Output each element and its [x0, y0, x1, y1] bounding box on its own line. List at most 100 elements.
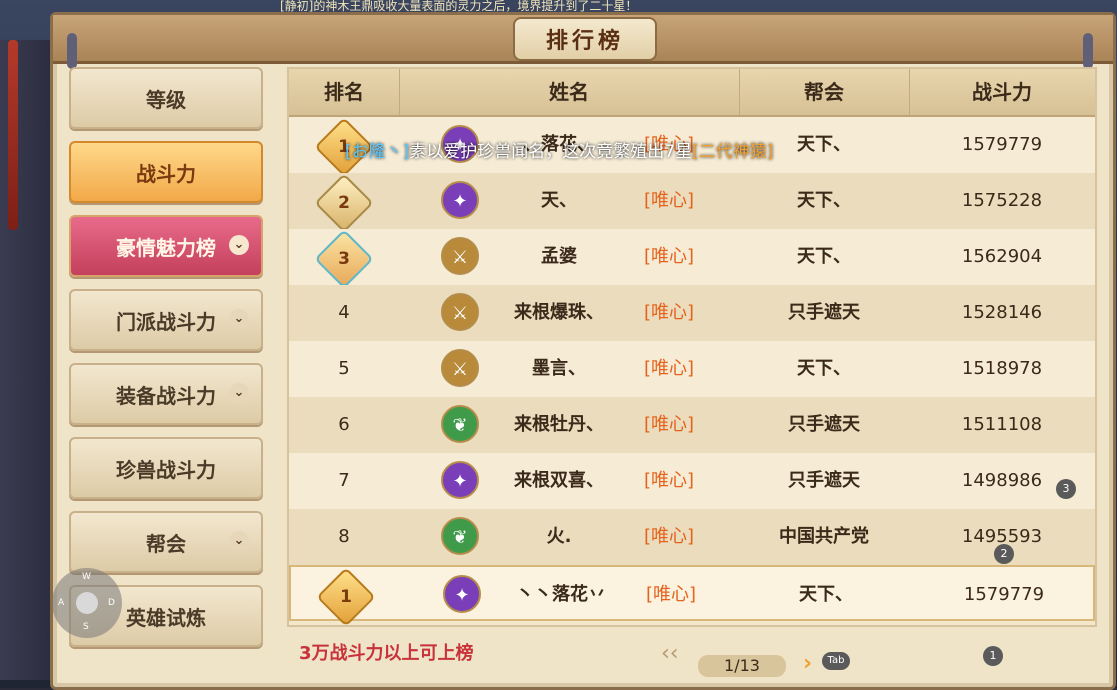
tassel-decoration — [8, 40, 18, 230]
rank-medal-icon: 1 — [316, 567, 376, 627]
table-row[interactable]: 2 ✦ 天、 [唯心] 天下、 1575228 — [289, 173, 1095, 233]
player-name: 来根牡丹、 — [514, 414, 604, 435]
server-tag: [唯心] — [643, 190, 695, 211]
category-level[interactable]: 等级 — [69, 67, 263, 129]
sect-icon-green: ❦ — [441, 405, 479, 443]
key-hint-badge[interactable]: 2 — [994, 544, 1014, 564]
table-row[interactable]: 3 ⚔ 孟婆 [唯心] 天下、 1562904 — [289, 229, 1095, 289]
guild-name: 天下、 — [797, 190, 851, 211]
rank-number: 1 — [340, 587, 352, 607]
server-tag: [唯心] — [643, 526, 695, 547]
table-row[interactable]: 8 ❦ 火. [唯心] 中国共产党 1495593 — [289, 509, 1095, 565]
category-sect-power[interactable]: 门派战斗力 ⌄ — [69, 289, 263, 351]
table-row[interactable]: 7 ✦ 来根双喜、 [唯心] 只手遮天 1498986 — [289, 453, 1095, 509]
power-value: 1511108 — [961, 414, 1043, 435]
chevron-down-icon[interactable]: ⌄ — [229, 309, 249, 329]
power-value: 1575228 — [961, 190, 1043, 211]
category-label: 英雄试炼 — [126, 605, 206, 630]
player-name: 孟婆 — [541, 246, 577, 267]
joystick-knob[interactable] — [76, 592, 98, 614]
guild-name: 中国共产党 — [779, 526, 869, 547]
key-hint-badge[interactable]: 3 — [1056, 479, 1076, 499]
chevron-down-icon[interactable]: ⌄ — [229, 235, 249, 255]
announcement-text: 素以爱护珍兽闻名，这次竟繁殖出7星 — [409, 142, 693, 162]
guild-name: 只手遮天 — [788, 470, 860, 491]
rank-cell: 4 — [338, 302, 350, 323]
sect-icon-gold: ⚔ — [441, 349, 479, 387]
table-row[interactable]: 5 ⚔ 墨言、 [唯心] 天下、 1518978 — [289, 341, 1095, 397]
scroll-pin-right-icon — [1083, 33, 1093, 69]
category-equip-power[interactable]: 装备战斗力 ⌄ — [69, 363, 263, 425]
key-hint-badge[interactable]: 1 — [983, 646, 1003, 666]
category-charm[interactable]: 豪情魅力榜 ⌄ — [69, 215, 263, 277]
chat-announcement: [お隆丶]素以爱护珍兽闻名，这次竟繁殖出7星[二代神猿] — [345, 137, 773, 162]
sect-icon-purple: ✦ — [441, 181, 479, 219]
sect-cell: ✦ — [437, 453, 485, 509]
tab-key-hint[interactable]: Tab — [822, 652, 850, 670]
server-tag: [唯心] — [645, 584, 697, 605]
power-value: 1528146 — [961, 302, 1043, 323]
category-label: 门派战斗力 — [116, 309, 216, 334]
guild-name: 只手遮天 — [788, 302, 860, 323]
rank-cell: 2 — [289, 173, 399, 233]
rank-number: 2 — [338, 193, 350, 213]
player-name: 天、 — [541, 190, 577, 211]
table-row[interactable]: 6 ❦ 来根牡丹、 [唯心] 只手遮天 1511108 — [289, 397, 1095, 453]
player-name: 来根双喜、 — [514, 470, 604, 491]
sect-icon-purple: ✦ — [443, 575, 481, 613]
joystick-key-a: A — [58, 598, 65, 608]
category-label: 等级 — [146, 87, 186, 112]
category-label: 帮会 — [146, 531, 186, 556]
page-indicator: 1/13 — [698, 655, 786, 677]
rank-number: 3 — [338, 249, 350, 269]
server-tag: [唯心] — [643, 470, 695, 491]
announcement-player[interactable]: [お隆丶] — [345, 142, 409, 162]
chevron-down-icon[interactable]: ⌄ — [229, 531, 249, 551]
server-tag: [唯心] — [643, 358, 695, 379]
sect-cell: ✦ — [439, 567, 487, 623]
rank-cell: 1 — [291, 567, 401, 627]
header-rank: 排名 — [289, 69, 400, 115]
rank-cell: 6 — [338, 414, 350, 435]
prev-page-icon[interactable]: ‹‹ — [661, 641, 679, 666]
header-guild: 帮会 — [739, 69, 910, 115]
rank-cell: 8 — [338, 526, 350, 547]
virtual-joystick[interactable]: W A D S — [52, 568, 122, 638]
power-value: 1579779 — [963, 584, 1045, 605]
sect-icon-gold: ⚔ — [441, 237, 479, 275]
player-name: 来根爆珠、 — [514, 302, 604, 323]
player-name: 丶丶落花丷 — [516, 584, 606, 605]
header-power: 战斗力 — [972, 80, 1032, 104]
rank-cell: 7 — [338, 470, 350, 491]
category-guild[interactable]: 帮会 ⌄ — [69, 511, 263, 573]
rank-cell: 3 — [289, 229, 399, 289]
sect-icon-gold: ⚔ — [441, 293, 479, 331]
rank-medal-icon: 3 — [314, 229, 374, 289]
category-pet-power[interactable]: 珍兽战斗力 — [69, 437, 263, 499]
category-label: 豪情魅力榜 — [116, 235, 216, 260]
sect-icon-green: ❦ — [441, 517, 479, 555]
category-power[interactable]: 战斗力 — [69, 141, 263, 203]
category-label: 战斗力 — [136, 161, 196, 186]
table-row[interactable]: 4 ⚔ 来根爆珠、 [唯心] 只手遮天 1528146 — [289, 285, 1095, 341]
header-name: 姓名 — [399, 69, 740, 115]
sect-cell: ✦ — [437, 173, 485, 229]
leaderboard-panel: 排行榜 等级 战斗力 豪情魅力榜 ⌄ 门派战斗力 ⌄ 装备战斗力 ⌄ 珍兽战斗力… — [50, 12, 1116, 690]
chevron-down-icon[interactable]: ⌄ — [229, 383, 249, 403]
category-label: 珍兽战斗力 — [116, 457, 216, 482]
sect-cell: ⚔ — [437, 229, 485, 285]
joystick-key-w: W — [82, 572, 91, 582]
announcement-item[interactable]: [二代神猿] — [692, 142, 773, 162]
category-label: 装备战斗力 — [116, 383, 216, 408]
sect-cell: ⚔ — [437, 285, 485, 341]
rank-cell: 5 — [338, 358, 350, 379]
server-tag: [唯心] — [643, 302, 695, 323]
player-name: 墨言、 — [532, 358, 586, 379]
joystick-key-s: S — [83, 622, 89, 632]
sect-cell: ⚔ — [437, 341, 485, 397]
power-value: 1562904 — [961, 246, 1043, 267]
next-page-icon[interactable]: › — [803, 651, 812, 676]
server-tag: [唯心] — [643, 414, 695, 435]
self-rank-row[interactable]: 1 ✦ 丶丶落花丷 [唯心] 天下、 1579779 — [289, 565, 1095, 627]
sect-cell: ❦ — [437, 397, 485, 453]
